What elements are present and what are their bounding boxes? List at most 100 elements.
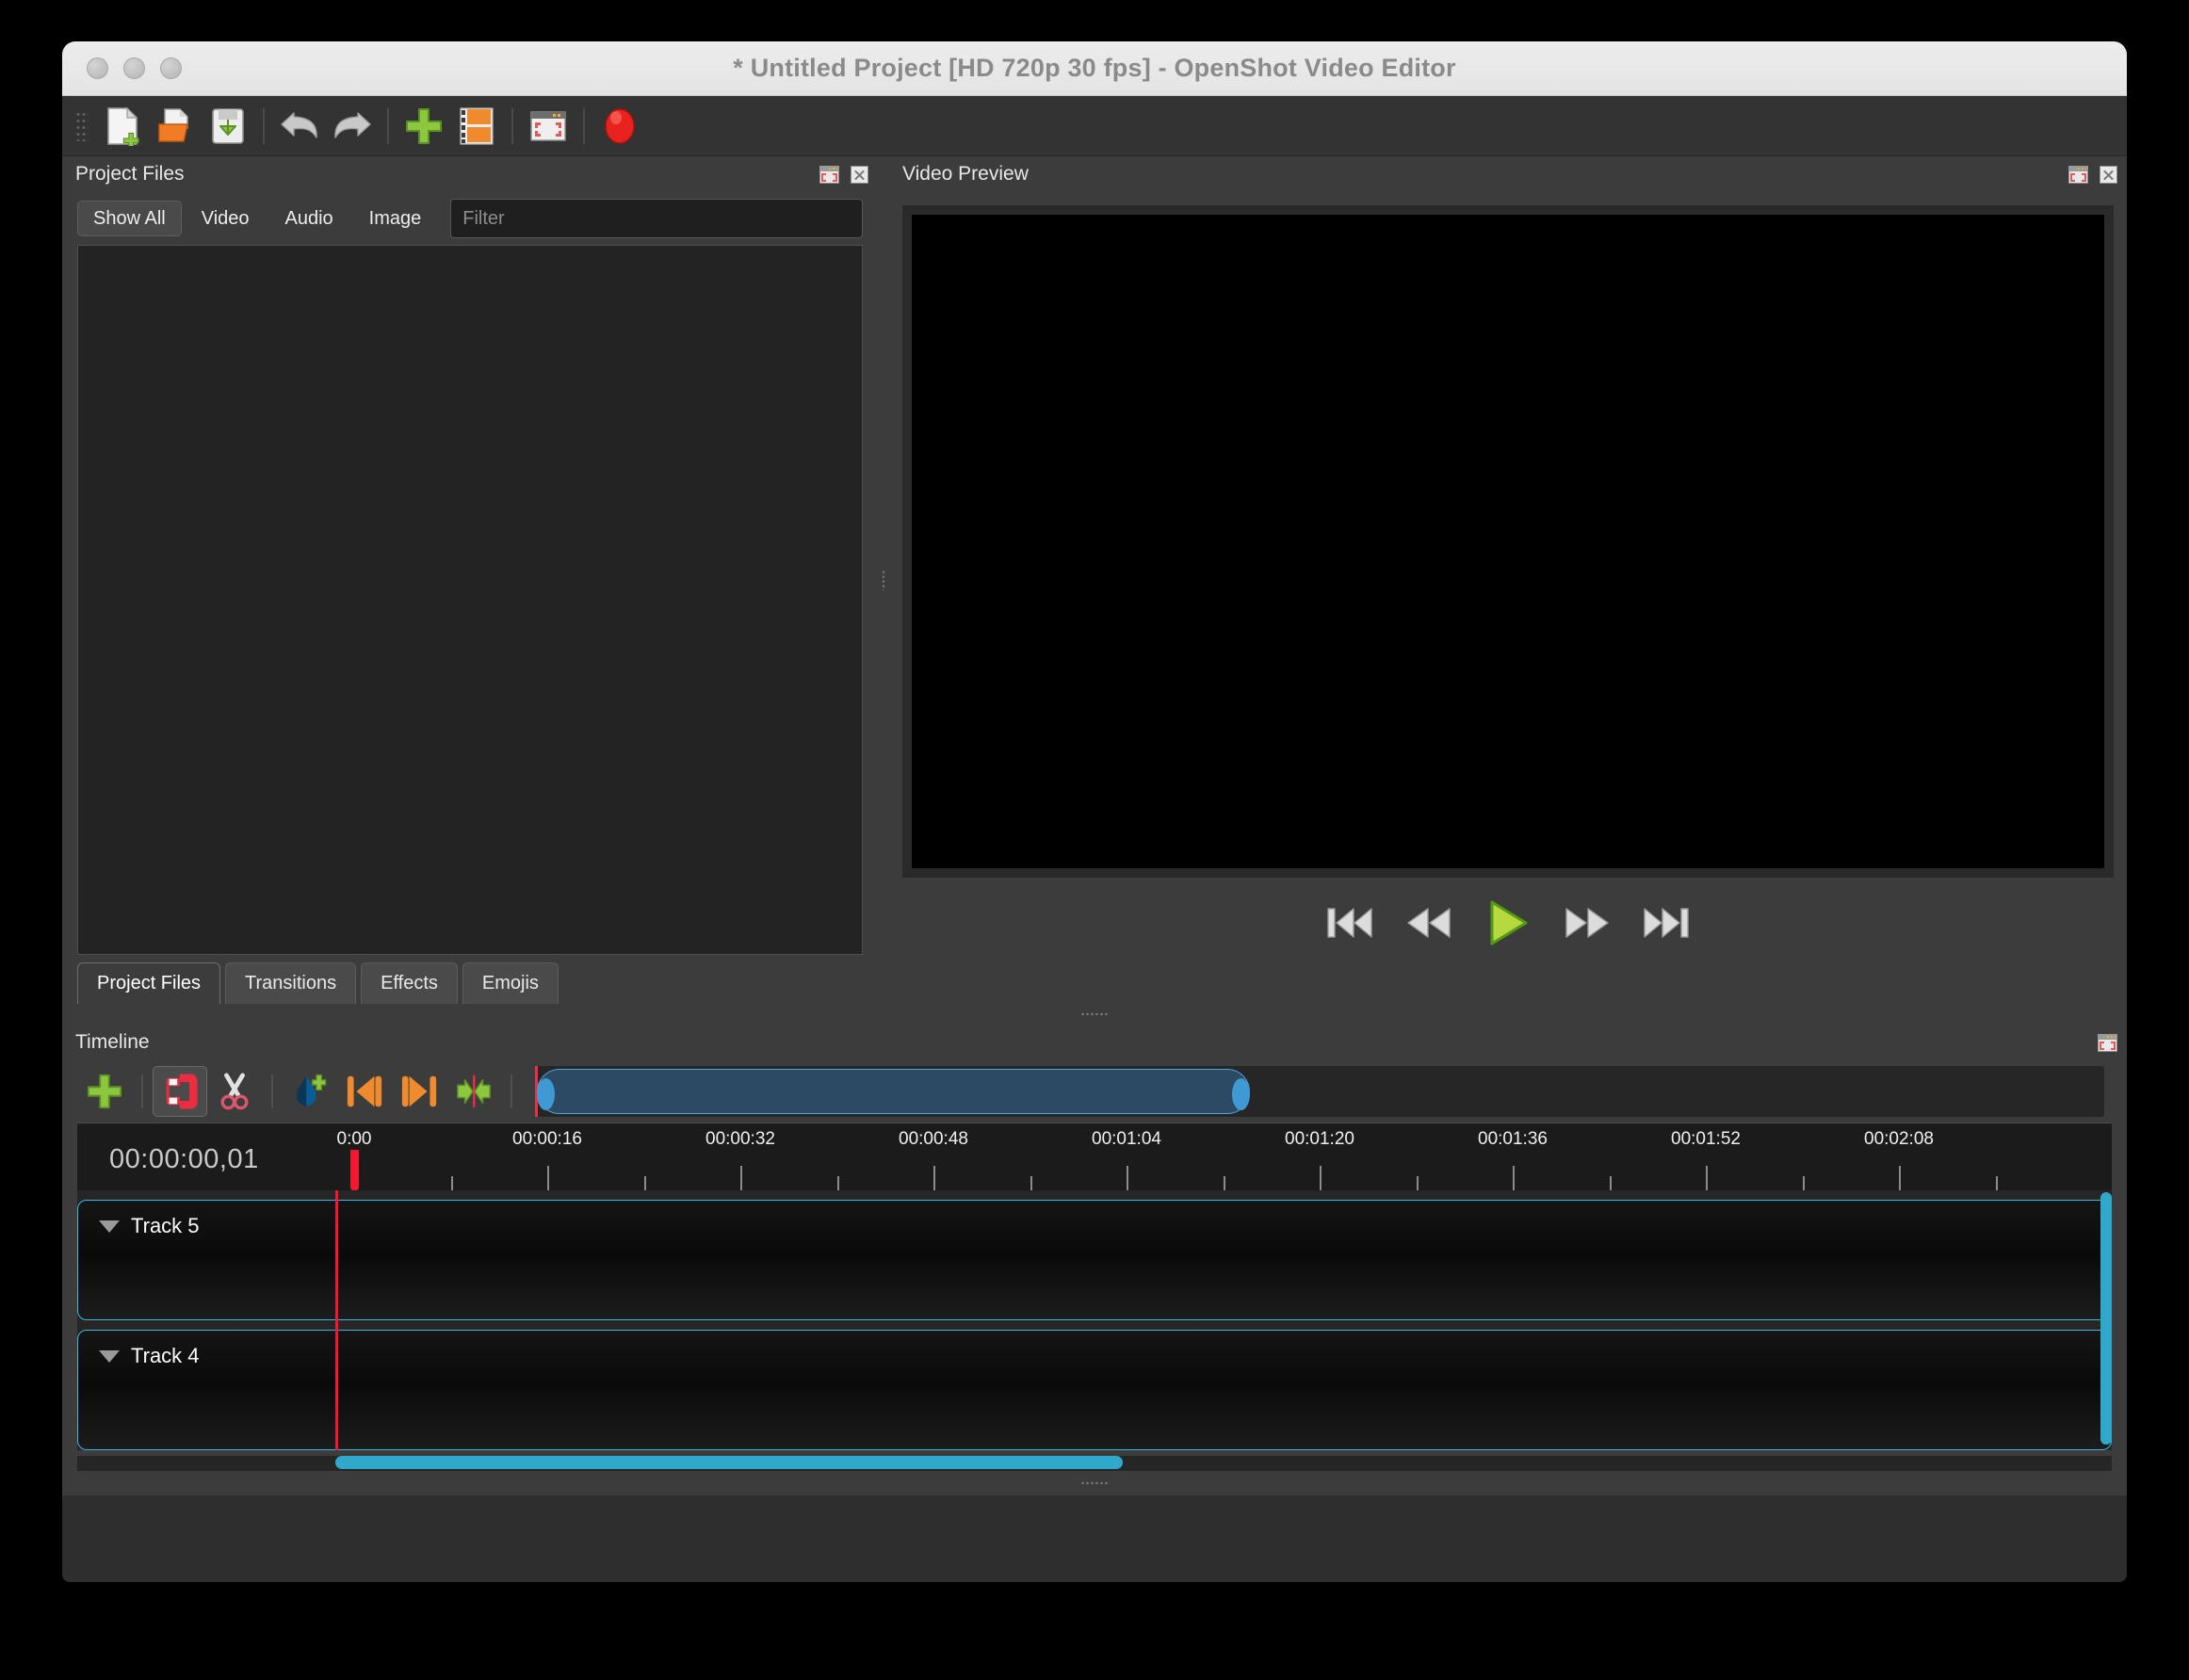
center-playhead-button[interactable] [446,1066,501,1117]
play-icon [1490,900,1528,945]
transport-controls [902,878,2114,968]
tab-transitions[interactable]: Transitions [225,962,357,1004]
ruler-tick-major [1127,1166,1128,1190]
video-preview-title: Video Preview [902,163,1029,185]
video-preview-area [889,192,2127,1004]
timeline-zoom-scrollbar[interactable] [535,1066,2104,1117]
green-plus-icon [406,107,442,144]
choose-profile-button[interactable] [450,102,503,151]
float-icon[interactable] [2068,165,2088,184]
fast-forward-button[interactable] [1558,896,1616,950]
ruler-tick-minor [643,1176,646,1190]
next-marker-icon [401,1075,437,1107]
ruler-label: 00:01:04 [1092,1129,1161,1149]
new-project-button[interactable] [96,102,149,151]
play-button[interactable] [1479,896,1537,950]
razor-tool-button[interactable] [207,1066,262,1117]
toolbar-separator [263,107,265,144]
toolbar-separator [511,1074,512,1108]
zoom-handle-right[interactable] [1232,1078,1250,1110]
center-playhead-icon [457,1074,491,1108]
panel-tab-bar: Project Files Transitions Effects Emojis [62,955,878,1004]
toolbar-separator [511,107,513,144]
toolbar-separator [583,107,585,144]
video-preview-canvas[interactable] [912,215,2104,868]
tracks-vertical-scrollbar[interactable] [2100,1192,2112,1445]
water-drop-plus-icon [296,1074,327,1107]
undo-button[interactable] [273,102,326,151]
open-project-button[interactable] [149,102,202,151]
timeline-dock: Timeline 00:00:00,01 0:00 00:00:16 00:00… [62,1025,2127,1495]
rewind-button[interactable] [1400,896,1458,950]
project-files-title: Project Files [75,163,185,185]
float-icon[interactable] [819,165,839,184]
fullscreen-button[interactable] [522,102,575,151]
redo-button[interactable] [326,102,379,151]
tracks-horizontal-scrollbar[interactable] [77,1456,2112,1471]
ruler-tick-minor [1416,1176,1419,1190]
track-row[interactable]: Track 4 [77,1330,2112,1450]
scrollbar-thumb[interactable] [335,1456,1123,1469]
filter-video-button[interactable]: Video [186,201,266,236]
ruler-tick-minor [1609,1176,1612,1190]
close-button[interactable] [87,57,108,79]
previous-marker-button[interactable] [337,1066,392,1117]
track-name-label: Track 4 [131,1344,200,1367]
ruler-tick-minor [1802,1176,1805,1190]
ruler-tick-major [933,1166,935,1190]
timeline-bottom-grip[interactable] [62,1471,2127,1495]
ruler-label: 00:00:48 [899,1129,968,1149]
previous-marker-icon [347,1075,382,1107]
new-file-icon [107,106,139,146]
red-record-icon [605,107,635,144]
chevron-down-icon[interactable] [99,1349,120,1363]
timeline-ruler[interactable]: 00:00:00,01 0:00 00:00:16 00:00:32 00:00:48… [77,1123,2112,1190]
add-track-button[interactable] [77,1066,132,1117]
project-files-list[interactable] [77,245,863,955]
zoom-handle-left[interactable] [537,1078,555,1110]
ruler-tick-major [547,1166,549,1190]
export-video-button[interactable] [593,102,646,151]
timeline-header: Timeline [62,1025,2127,1060]
add-marker-button[interactable] [283,1066,337,1117]
vertical-splitter[interactable] [878,156,889,1004]
zoom-button[interactable] [160,57,182,79]
ruler-tick-minor [1223,1176,1225,1190]
track-row[interactable]: Track 5 [77,1200,2112,1320]
openshot-main-window: * Untitled Project [HD 720p 30 fps] - Op… [62,41,2127,1582]
jump-to-start-button[interactable] [1321,896,1379,950]
tab-effects[interactable]: Effects [361,962,458,1004]
toolbar-separator [387,107,389,144]
tab-emojis[interactable]: Emojis [462,962,559,1004]
filter-input[interactable] [450,199,863,238]
import-files-button[interactable] [397,102,450,151]
open-folder-icon [158,107,188,142]
ruler-tick-minor [450,1176,453,1190]
snapping-toggle[interactable] [153,1066,207,1117]
playhead-handle[interactable] [350,1150,359,1190]
jump-to-end-button[interactable] [1637,896,1695,950]
save-project-button[interactable] [202,102,254,151]
tab-project-files[interactable]: Project Files [77,962,221,1004]
green-plus-icon [87,1074,122,1109]
timeline-toolbar [62,1060,2127,1123]
filter-audio-button[interactable]: Audio [269,201,349,236]
close-icon[interactable] [851,165,868,184]
close-icon[interactable] [2100,165,2117,184]
float-icon[interactable] [2098,1033,2117,1052]
chevron-down-icon[interactable] [99,1220,120,1233]
horizontal-splitter[interactable] [62,1004,2127,1025]
timeline-tracks[interactable]: Track 5 Track 4 [77,1190,2112,1450]
track-header[interactable]: Track 4 [99,1344,200,1368]
track-header[interactable]: Track 5 [99,1214,200,1238]
minimize-button[interactable] [123,57,145,79]
filter-show-all-button[interactable]: Show All [77,201,182,236]
window-title: * Untitled Project [HD 720p 30 fps] - Op… [733,54,1456,82]
next-marker-button[interactable] [392,1066,446,1117]
filter-image-button[interactable]: Image [353,201,438,236]
playhead-line [335,1190,338,1450]
zoom-region-handle[interactable] [537,1069,1250,1114]
ruler-label: 00:02:08 [1864,1129,1934,1149]
ruler-label: 0:00 [336,1129,372,1149]
toolbar-drag-handle[interactable] [75,110,89,141]
